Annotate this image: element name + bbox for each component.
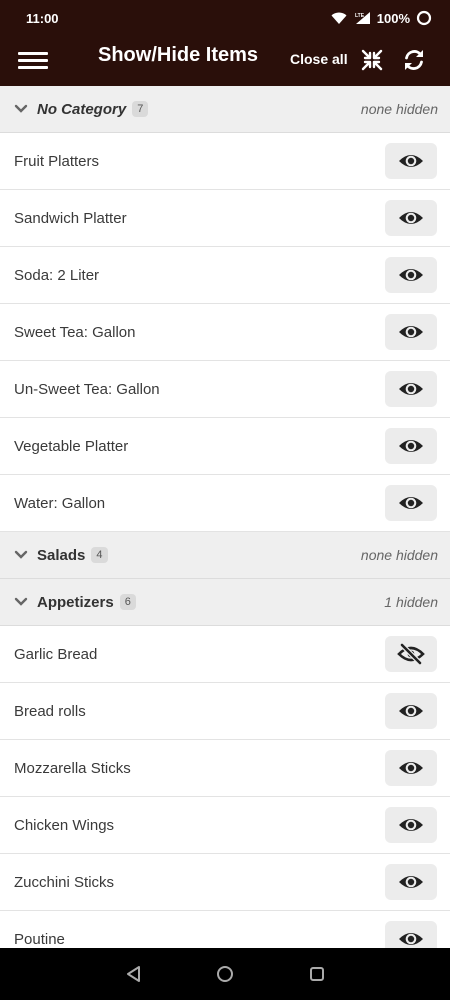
eye-icon [399, 876, 423, 888]
category-name: Appetizers [37, 593, 114, 611]
item-name: Mozzarella Sticks [14, 759, 131, 777]
toggle-visibility-button[interactable] [385, 257, 437, 293]
eye-icon [399, 269, 423, 281]
toggle-visibility-button[interactable] [385, 921, 437, 948]
list-item: Mozzarella Sticks [0, 740, 450, 797]
list-item: Sweet Tea: Gallon [0, 304, 450, 361]
list-item: Un-Sweet Tea: Gallon [0, 361, 450, 418]
wifi-icon [331, 12, 347, 24]
item-name: Vegetable Platter [14, 437, 129, 455]
toggle-visibility-button[interactable] [385, 143, 437, 179]
eye-icon [399, 326, 423, 338]
chevron-down-icon [14, 104, 28, 113]
eye-icon [399, 705, 423, 717]
network-type: LTE [355, 13, 365, 19]
refresh-icon[interactable] [402, 48, 426, 72]
close-all-button[interactable]: Close all [290, 51, 348, 67]
item-name: Sandwich Platter [14, 209, 127, 227]
category-hidden-status: none hidden [360, 101, 438, 117]
toggle-visibility-button[interactable] [385, 371, 437, 407]
battery-icon [416, 10, 432, 26]
eye-icon [399, 155, 423, 167]
list-item: Soda: 2 Liter [0, 247, 450, 304]
item-name: Un-Sweet Tea: Gallon [14, 380, 160, 398]
list-item: Fruit Platters [0, 133, 450, 190]
list-item: Water: Gallon [0, 475, 450, 532]
item-name: Bread rolls [14, 702, 86, 720]
toggle-visibility-button[interactable] [385, 428, 437, 464]
toggle-visibility-button[interactable] [385, 807, 437, 843]
category-count-badge: 6 [119, 594, 136, 610]
category-hidden-status: none hidden [360, 547, 438, 563]
category-header-no-category[interactable]: No Category 7 none hidden [0, 86, 450, 133]
recents-icon[interactable] [307, 964, 327, 984]
eye-icon [399, 933, 423, 945]
list-item: Vegetable Platter [0, 418, 450, 475]
item-name: Water: Gallon [14, 494, 106, 512]
home-icon[interactable] [215, 964, 235, 984]
list-item: Sandwich Platter [0, 190, 450, 247]
cell-signal-icon: LTE [355, 12, 370, 24]
app-bar: Show/Hide Items Close all [0, 36, 450, 86]
toggle-visibility-button[interactable] [385, 314, 437, 350]
list-item: Poutine [0, 911, 450, 948]
chevron-down-icon [14, 597, 28, 606]
battery-percent: 100% [376, 10, 410, 26]
item-name: Soda: 2 Liter [14, 266, 100, 284]
chevron-down-icon [14, 550, 28, 559]
eye-icon [399, 762, 423, 774]
category-name: Salads [37, 546, 86, 564]
status-icons: LTE 100% [331, 10, 432, 26]
category-header-salads[interactable]: Salads 4 none hidden [0, 532, 450, 579]
category-count-badge: 4 [91, 547, 108, 563]
item-name: Fruit Platters [14, 152, 100, 170]
hamburger-menu-icon[interactable] [18, 48, 48, 76]
item-name: Garlic Bread [14, 645, 98, 663]
toggle-visibility-button[interactable] [385, 485, 437, 521]
category-header-appetizers[interactable]: Appetizers 6 1 hidden [0, 579, 450, 626]
list-item: Garlic Bread [0, 626, 450, 683]
page-title: Show/Hide Items [98, 44, 259, 66]
category-hidden-status: 1 hidden [384, 594, 438, 610]
toggle-visibility-button[interactable] [385, 693, 437, 729]
status-time: 11:00 [26, 10, 59, 26]
eye-icon [399, 212, 423, 224]
eye-icon [399, 440, 423, 452]
item-name: Poutine [14, 930, 65, 948]
list-item: Chicken Wings [0, 797, 450, 854]
eye-icon [399, 497, 423, 509]
back-icon[interactable] [124, 964, 144, 984]
item-list: No Category 7 none hidden Fruit Platters… [0, 86, 450, 948]
item-name: Sweet Tea: Gallon [14, 323, 136, 341]
category-count-badge: 7 [132, 101, 149, 117]
item-name: Zucchini Sticks [14, 873, 115, 891]
eye-icon [399, 819, 423, 831]
toggle-visibility-button[interactable] [385, 636, 437, 672]
toggle-visibility-button[interactable] [385, 864, 437, 900]
eye-icon [399, 383, 423, 395]
list-item: Bread rolls [0, 683, 450, 740]
collapse-arrows-icon[interactable] [360, 48, 384, 72]
item-name: Chicken Wings [14, 816, 115, 834]
category-name: No Category [37, 100, 127, 118]
toggle-visibility-button[interactable] [385, 750, 437, 786]
toggle-visibility-button[interactable] [385, 200, 437, 236]
eye-slash-icon [397, 643, 425, 665]
list-item: Zucchini Sticks [0, 854, 450, 911]
system-nav-bar [0, 948, 450, 1000]
status-bar: 11:00 LTE 100% [0, 0, 450, 36]
